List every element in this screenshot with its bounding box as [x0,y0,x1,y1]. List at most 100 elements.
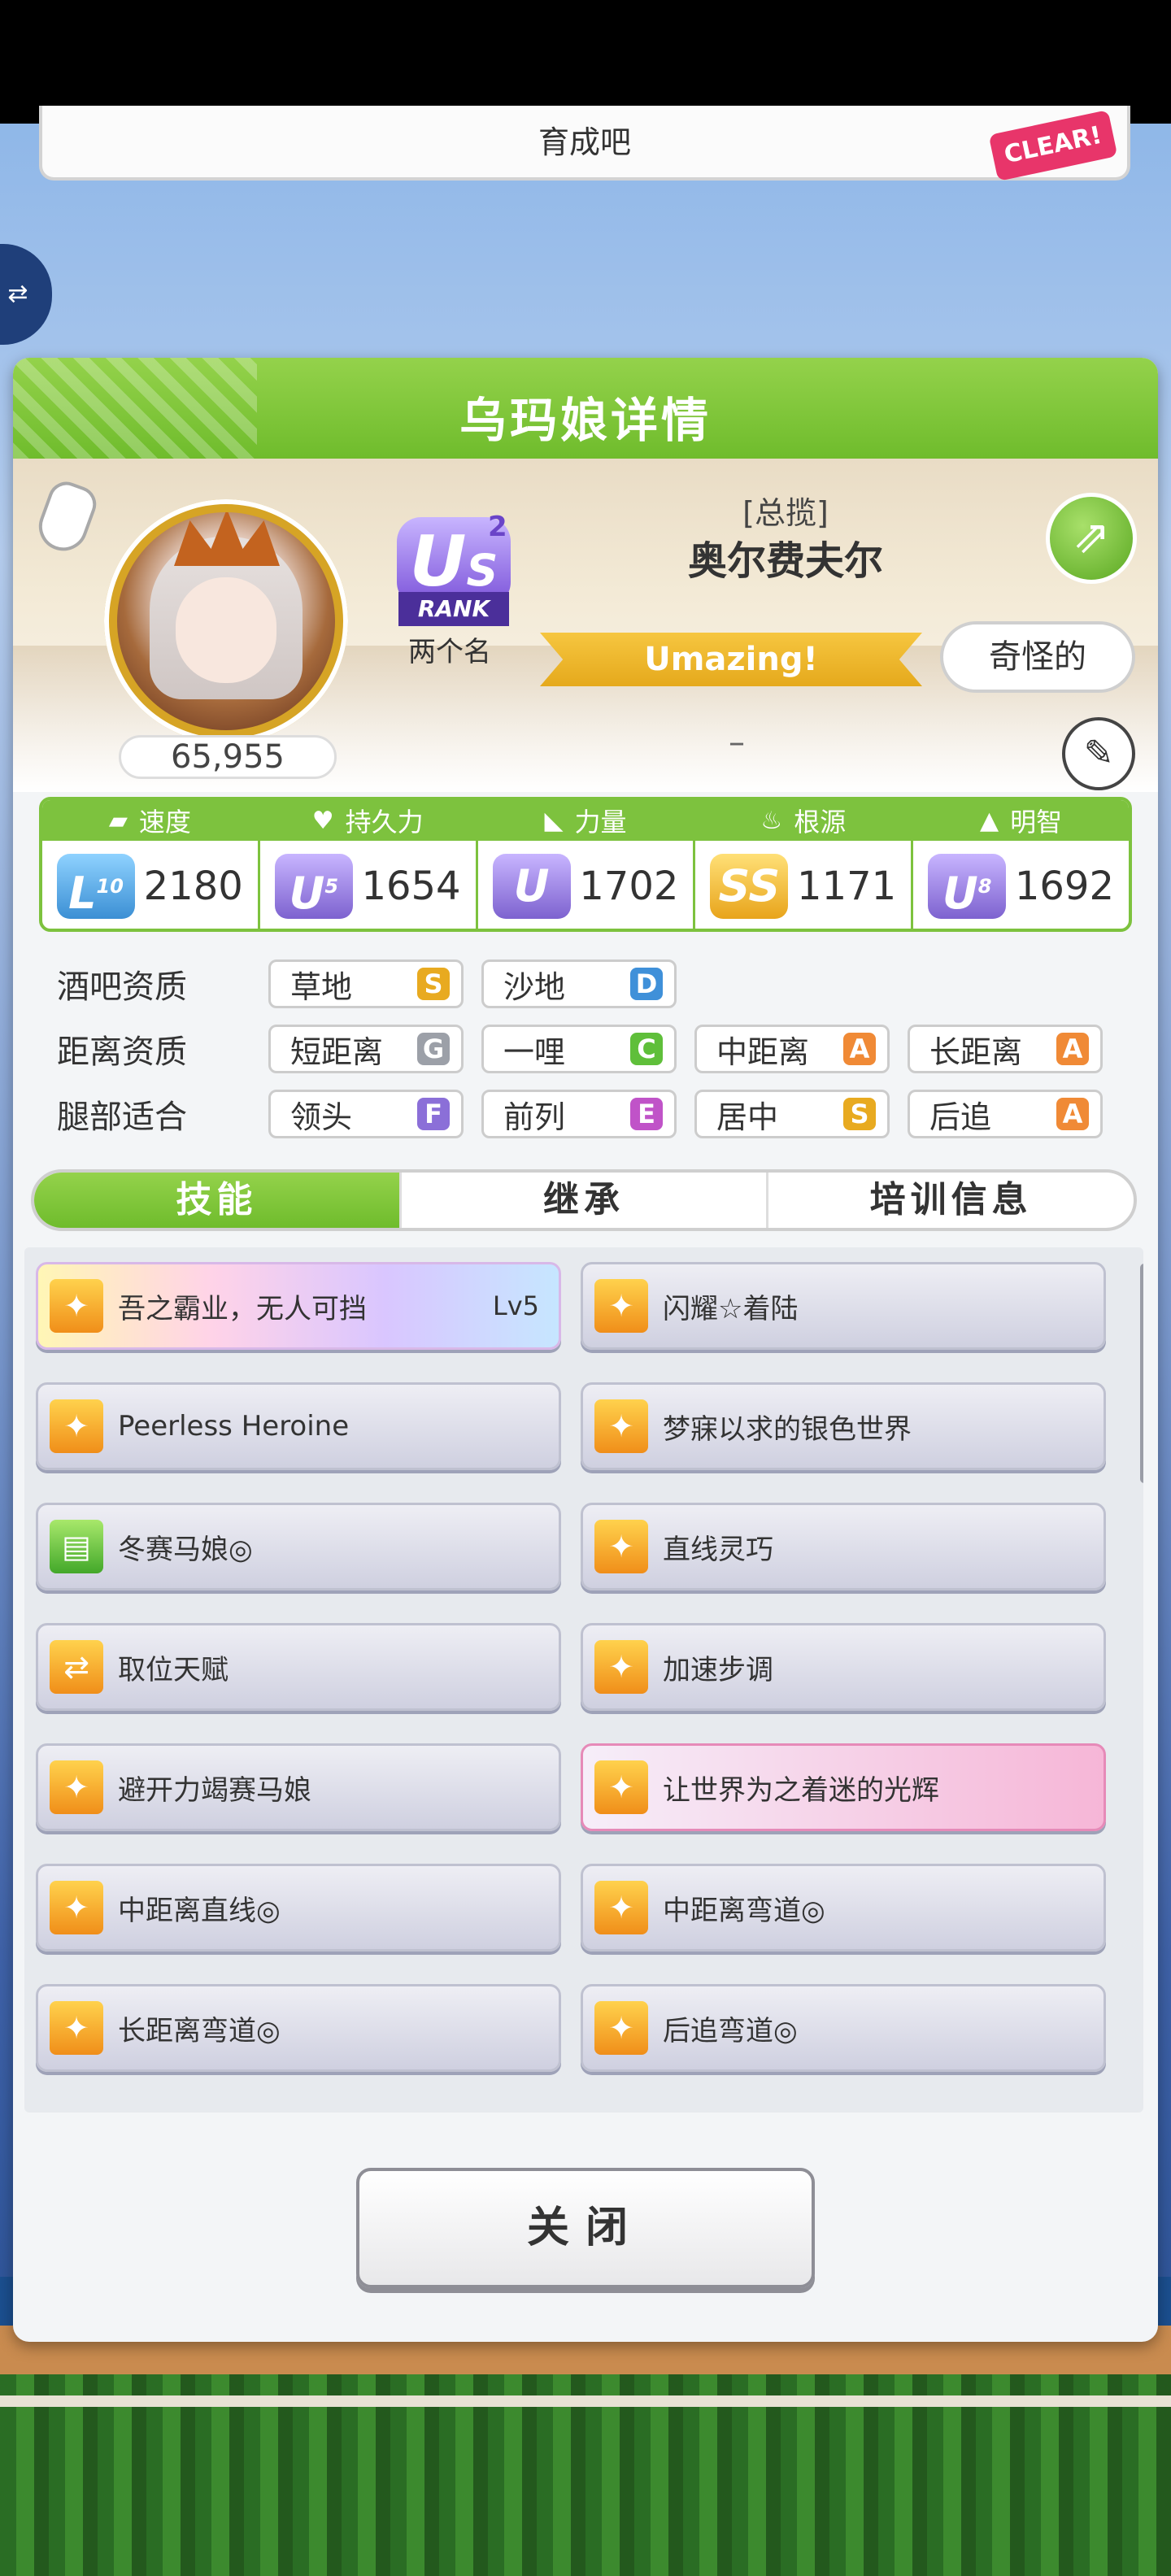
skill-item[interactable]: ▤ 冬赛马娘◎ [36,1503,561,1590]
aptitude-cell: 长距离 A [908,1025,1103,1073]
background-card-text: 育成吧 [538,124,631,160]
rail [0,2395,1171,2407]
edit-button[interactable]: ✎ [1062,717,1135,790]
skill-item[interactable]: ✦ 加速步调 [581,1623,1106,1711]
aptitude-row-track: 酒吧资质 草地 S 沙地 D [57,951,1130,1016]
fan-count: 65,955 [119,735,337,779]
flame-icon: ♨ [760,806,783,835]
stat-guts: ♨ 根源 SS 1171 [695,800,914,929]
skill-icon: ✦ [50,1279,103,1333]
stat-stamina: ♥ 持久力 U5 1654 [259,800,478,929]
skill-icon: ⇄ [50,1640,103,1694]
grade-badge: A [843,1033,876,1065]
aptitude-cell: 短距离 G [268,1025,464,1073]
tab-training-info[interactable]: 培训信息 [768,1173,1134,1228]
skill-icon: ✦ [50,2001,103,2055]
stat-value: 2180 [143,864,243,909]
grade-badge: S [843,1098,876,1130]
panel-title: 乌玛娘详情 [459,393,712,448]
horse-title: [总揽] [742,495,829,531]
trainer-name: 两个名 [408,636,491,668]
aptitude-cell: 居中 S [694,1090,890,1138]
skill-label: 中距离直线◎ [118,1894,281,1927]
share-button[interactable]: ⇗ [1046,493,1137,584]
aptitude-cell: 领头 F [268,1090,464,1138]
skill-label: 直线灵巧 [663,1533,773,1566]
aptitude-row-style: 腿部适合 领头 F 前列 E 居中 S 后追 A [57,1081,1130,1147]
skill-item[interactable]: ✦ 避开力竭赛马娘 [36,1743,561,1831]
aptitude-table: 酒吧资质 草地 S 沙地 D 距离资质 短距离 G 一哩 C 中距离 A 长距离 A 腿部适… [57,951,1130,1147]
stat-label: 力量 [574,807,627,838]
skill-icon: ✦ [594,1279,648,1333]
skill-label: 长距离弯道◎ [118,2014,281,2047]
aptitude-label: 酒吧资质 [57,968,187,1006]
grade-badge: F [417,1098,450,1130]
cap-icon: ▲ [980,806,999,835]
grade-badge: C [630,1033,663,1065]
avatar-face [176,577,276,683]
skills-list: ✦ 吾之霸业，无人可挡 Lv5 ✦ 闪耀☆着陆 ✦ Peerless Heroi… [24,1247,1143,2113]
avatar[interactable] [117,512,335,730]
skill-item[interactable]: ✦ 梦寐以求的银色世界 [581,1382,1106,1470]
skill-label: 梦寐以求的银色世界 [663,1412,912,1446]
tab-inheritance[interactable]: 继承 [402,1173,769,1228]
aptitude-cell: 草地 S [268,959,464,1008]
stat-value: 1692 [1014,864,1114,909]
stat-rank: U5 [274,854,353,919]
arm-icon: ◣ [544,806,564,835]
skill-label: 让世界为之着迷的光辉 [663,1773,939,1807]
skill-label: 取位天赋 [118,1653,229,1686]
umazing-ribbon: Umazing! [540,633,922,686]
skill-label: 吾之霸业，无人可挡 [118,1292,367,1325]
stat-rank: U [492,854,571,919]
skill-label: 闪耀☆着陆 [663,1292,799,1325]
skill-icon: ✦ [594,1399,648,1453]
close-button[interactable]: 关闭 [356,2168,815,2288]
heart-icon: ♥ [311,806,334,835]
tab-skills[interactable]: 技能 [34,1173,402,1228]
skill-item[interactable]: ⇄ 取位天赋 [36,1623,561,1711]
stats-bar: ▰ 速度 L10 2180 ♥ 持久力 U5 1654 ◣ 力量 U 1702 ♨ 根源… [39,797,1132,932]
skill-label: Peerless Heroine [118,1410,350,1442]
skill-item[interactable]: ✦ 后追弯道◎ [581,1984,1106,2072]
stat-wisdom: ▲ 明智 U8 1692 [913,800,1129,929]
skill-item[interactable]: ✦ 直线灵巧 [581,1503,1106,1590]
skill-icon: ✦ [594,1881,648,1934]
rank-superscript: 2 [488,511,507,543]
stat-rank: SS [710,854,789,919]
skill-label: 后追弯道◎ [663,2014,798,2047]
skill-item[interactable]: ✦ 闪耀☆着陆 [581,1262,1106,1350]
skill-icon: ✦ [594,2001,648,2055]
skill-item[interactable]: ✦ 中距离直线◎ [36,1864,561,1952]
skill-label: 中距离弯道◎ [663,1894,825,1927]
aptitude-cell: 后追 A [908,1090,1103,1138]
skill-item[interactable]: ✦ 让世界为之着迷的光辉 [581,1743,1106,1831]
skill-label: 避开力竭赛马娘 [118,1773,311,1807]
skill-icon: ✦ [594,1760,648,1814]
skill-icon: ▤ [50,1520,103,1573]
skill-item[interactable]: ✦ 吾之霸业，无人可挡 Lv5 [36,1262,561,1350]
skill-item[interactable]: ✦ 长距离弯道◎ [36,1984,561,2072]
rank-label: RANK [398,592,509,626]
stat-rank: U8 [928,854,1007,919]
rank-badge: US 2 RANK [389,511,519,639]
aptitude-row-distance: 距离资质 短距离 G 一哩 C 中距离 A 长距离 A [57,1016,1130,1081]
carrot-icon[interactable] [32,476,102,558]
grade-badge: S [417,968,450,1000]
aptitude-cell: 前列 E [481,1090,677,1138]
skill-item[interactable]: ✦ 中距离弯道◎ [581,1864,1106,1952]
aptitude-label: 腿部适合 [57,1099,187,1136]
skills-scrollbar[interactable] [1140,1264,1143,1483]
stat-speed: ▰ 速度 L10 2180 [42,800,260,929]
nickname-button[interactable]: 奇怪的 [940,621,1135,693]
grade-badge: E [630,1098,663,1130]
dash-text: – [729,724,745,761]
skill-item[interactable]: ✦ Peerless Heroine [36,1382,561,1470]
skill-icon: ✦ [50,1399,103,1453]
aptitude-label: 距离资质 [57,1033,187,1071]
grade-badge: A [1056,1033,1089,1065]
aptitude-cell: 沙地 D [481,959,677,1008]
aptitude-cell: 中距离 A [694,1025,890,1073]
skill-label: 加速步调 [663,1653,773,1686]
detail-tabs: 技能 继承 培训信息 [31,1169,1137,1231]
